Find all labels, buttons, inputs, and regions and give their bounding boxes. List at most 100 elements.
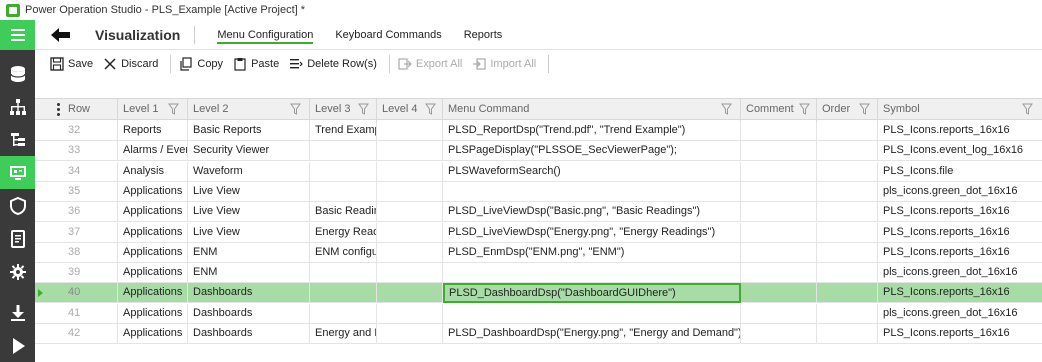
cell-order[interactable] — [817, 161, 878, 182]
cell-level2[interactable]: Dashboards — [188, 283, 310, 304]
copy-button[interactable]: Copy — [179, 57, 223, 71]
cell-level2[interactable]: Dashboards — [188, 303, 310, 324]
filter-icon[interactable] — [721, 103, 732, 115]
cell-level4[interactable] — [377, 121, 443, 141]
filter-icon[interactable] — [859, 103, 870, 115]
cell-menu-command[interactable]: PLSWaveformSearch() — [443, 161, 741, 182]
cell-level4[interactable] — [377, 303, 443, 324]
cell-row-number[interactable]: 38 — [63, 242, 118, 263]
cell-menu-command[interactable] — [443, 181, 741, 202]
cell-order[interactable] — [817, 141, 878, 162]
column-header-menu-command[interactable]: Menu Command — [443, 99, 741, 121]
cell-level3[interactable] — [310, 141, 377, 162]
paste-button[interactable]: Paste — [233, 57, 279, 71]
cell-row-number[interactable]: 34 — [63, 161, 118, 182]
row-indicator-cell[interactable] — [35, 283, 63, 303]
cell-row-number[interactable]: 33 — [63, 141, 118, 162]
cell-menu-command[interactable]: PLSPageDisplay("PLSSOE_SecViewerPage"); — [443, 141, 741, 162]
row-indicator-cell[interactable] — [35, 202, 63, 222]
column-header-level4[interactable]: Level 4 — [377, 99, 443, 121]
cell-order[interactable] — [817, 263, 878, 284]
cell-symbol[interactable]: pls_icons.green_dot_16x16 — [878, 182, 1042, 202]
cell-level4[interactable] — [377, 161, 443, 182]
cell-order[interactable] — [817, 121, 878, 141]
cell-level1[interactable]: Applications — [118, 242, 188, 263]
cell-level3[interactable]: Energy and Demand — [310, 324, 377, 344]
cell-level2[interactable]: Live View — [188, 202, 310, 223]
cell-row-number[interactable]: 32 — [63, 121, 118, 141]
cell-level3[interactable] — [310, 181, 377, 202]
filter-icon[interactable] — [168, 103, 179, 115]
document-icon[interactable] — [0, 222, 35, 255]
cell-menu-command[interactable] — [443, 263, 741, 284]
cell-level4[interactable] — [377, 222, 443, 243]
download-icon[interactable] — [0, 296, 35, 329]
tab-reports[interactable]: Reports — [464, 20, 503, 50]
cell-symbol[interactable]: PLS_Icons.event_log_16x16 — [878, 141, 1042, 161]
cell-level4[interactable] — [377, 324, 443, 344]
cell-symbol[interactable]: PLS_Icons.reports_16x16 — [878, 121, 1042, 141]
cell-menu-command[interactable]: PLSD_LiveViewDsp("Basic.png", "Basic Rea… — [443, 202, 741, 223]
table-row[interactable]: 39 Applications ENM pls_icons.green_dot_16x… — [35, 263, 1042, 284]
cell-level3[interactable] — [310, 263, 377, 284]
cell-level2[interactable]: Basic Reports — [188, 121, 310, 141]
cell-comment[interactable] — [741, 222, 817, 243]
column-header-order[interactable]: Order — [817, 99, 878, 121]
table-row[interactable]: 34 Analysis Waveform PLSWaveformSearch() PLS… — [35, 161, 1042, 182]
cell-order[interactable] — [817, 303, 878, 324]
cell-symbol[interactable]: PLS_Icons.reports_16x16 — [878, 283, 1042, 303]
cell-symbol[interactable]: PLS_Icons.file — [878, 162, 1042, 182]
row-indicator-cell[interactable] — [35, 263, 63, 283]
table-row[interactable]: 32ReportsBasic ReportsTrend Example PLSD_… — [35, 121, 1042, 141]
cell-level1[interactable]: Analysis — [118, 161, 188, 182]
filter-icon[interactable] — [358, 103, 369, 115]
cell-level3[interactable]: Trend Example — [310, 121, 377, 141]
play-icon[interactable] — [0, 329, 35, 362]
row-indicator-cell[interactable] — [35, 304, 63, 324]
cell-row-number[interactable]: 39 — [63, 263, 118, 284]
cell-menu-command[interactable]: PLSD_EnmDsp("ENM.png", "ENM") — [443, 242, 741, 263]
back-arrow-icon[interactable] — [41, 20, 81, 50]
cell-comment[interactable] — [741, 121, 817, 141]
table-row[interactable]: 38ApplicationsENMENM configuration PLSD_E… — [35, 242, 1042, 263]
cell-symbol[interactable]: PLS_Icons.reports_16x16 — [878, 223, 1042, 243]
cell-level4[interactable] — [377, 202, 443, 223]
database-icon[interactable] — [0, 57, 35, 90]
cell-order[interactable] — [817, 283, 878, 304]
cell-row-number[interactable]: 41 — [63, 303, 118, 324]
cell-level2[interactable]: Dashboards — [188, 324, 310, 344]
tab-menu-configuration[interactable]: Menu Configuration — [217, 20, 314, 50]
cell-row-number[interactable]: 36 — [63, 202, 118, 223]
cell-symbol[interactable]: PLS_Icons.reports_16x16 — [878, 324, 1042, 344]
cell-level4[interactable] — [377, 263, 443, 284]
row-indicator-cell[interactable] — [35, 162, 63, 182]
cell-row-number[interactable]: 42 — [63, 324, 118, 344]
cell-level1[interactable]: Applications — [118, 324, 188, 344]
cell-level3[interactable] — [310, 283, 377, 304]
cell-level4[interactable] — [377, 283, 443, 304]
row-indicator-cell[interactable] — [35, 182, 63, 202]
cell-symbol[interactable]: pls_icons.green_dot_16x16 — [878, 304, 1042, 324]
filter-icon[interactable] — [1022, 103, 1033, 115]
cell-comment[interactable] — [741, 263, 817, 284]
cell-comment[interactable] — [741, 324, 817, 344]
save-button[interactable]: Save — [50, 57, 93, 71]
cell-row-number[interactable]: 35 — [63, 181, 118, 202]
table-row[interactable]: 40 Applications Dashboards PLSD_DashboardDs… — [35, 283, 1042, 304]
cell-level1[interactable]: Applications — [118, 202, 188, 223]
cell-level3[interactable] — [310, 303, 377, 324]
discard-button[interactable]: Discard — [103, 57, 158, 71]
cell-level4[interactable] — [377, 141, 443, 162]
cell-order[interactable] — [817, 202, 878, 223]
cell-level3[interactable]: Basic Readings — [310, 202, 377, 223]
filter-icon[interactable] — [425, 103, 436, 115]
column-header-symbol[interactable]: Symbol — [878, 99, 1042, 121]
filter-icon[interactable] — [290, 103, 301, 115]
cell-menu-command[interactable]: PLSD_ReportDsp("Trend.pdf", "Trend Examp… — [443, 121, 741, 141]
column-header-level3[interactable]: Level 3 — [310, 99, 377, 121]
cell-comment[interactable] — [741, 202, 817, 223]
row-indicator-cell[interactable] — [35, 243, 63, 263]
kebab-menu-icon[interactable] — [57, 103, 61, 117]
cell-order[interactable] — [817, 242, 878, 263]
cell-level3[interactable]: Energy Readings — [310, 222, 377, 243]
